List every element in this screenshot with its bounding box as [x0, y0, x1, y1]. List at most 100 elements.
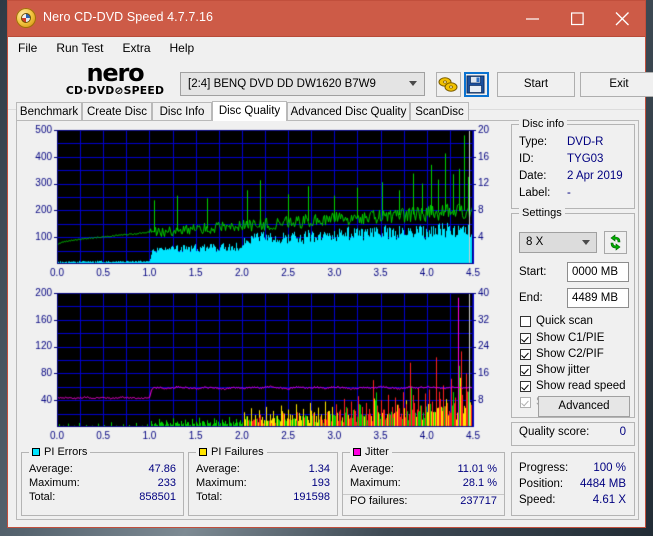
- checkbox-box: [520, 396, 531, 408]
- menu-item-extra[interactable]: Extra: [121, 39, 151, 57]
- tab-create-disc[interactable]: Create Disc: [82, 102, 152, 121]
- tab-label: ScanDisc: [415, 106, 464, 118]
- checkbox-show-jitter[interactable]: Show jitter: [520, 362, 590, 378]
- refresh-button[interactable]: [604, 231, 627, 254]
- tab-advanced-disc-quality[interactable]: Advanced Disc Quality: [287, 102, 410, 121]
- menu-item-file[interactable]: File: [17, 39, 38, 57]
- start-button[interactable]: Start: [497, 72, 575, 97]
- pi-failures-maximum-value: 193: [311, 477, 330, 489]
- position-key: Position:: [519, 478, 564, 490]
- menu-item-run-test[interactable]: Run Test: [55, 39, 104, 57]
- jitter-legend: Jitter: [350, 446, 392, 458]
- pi-failures-average-key: Average:: [196, 463, 240, 475]
- tab-disc-quality[interactable]: Disc Quality: [212, 101, 287, 121]
- pi-failures-legend: PI Failures: [196, 446, 267, 458]
- disc-quality-panel: PI Errors Average: 47.86 Maximum: 233 To…: [16, 118, 639, 520]
- start-input[interactable]: 0000 MB: [567, 262, 629, 282]
- advanced-button[interactable]: Advanced: [538, 396, 630, 417]
- pi-errors-maximum-value: 233: [157, 477, 176, 489]
- pi-errors-total-row: Total: 858501: [22, 491, 183, 505]
- pi-errors-legend: PI Errors: [29, 446, 91, 458]
- checkbox-show-c1-pie[interactable]: Show C1/PIE: [520, 330, 604, 346]
- pi-errors-average-value: 47.86: [148, 463, 176, 475]
- checkbox-box: [520, 348, 531, 360]
- quality-score-key: Quality score:: [519, 426, 590, 438]
- speed-select[interactable]: 8 X: [519, 232, 597, 253]
- settings-panel: Settings 8 X Start: 0000 MB End: 4489 MB: [511, 207, 635, 418]
- checkbox-show-c2-pif[interactable]: Show C2/PIF: [520, 346, 604, 362]
- end-field-row: End: 4489 MB: [519, 288, 629, 310]
- progress-value: 100 %: [593, 462, 626, 474]
- pi-errors-average-key: Average:: [29, 463, 73, 475]
- application-window: Nero CD-DVD Speed 4.7.7.16 File Run Test…: [7, 0, 653, 528]
- exit-button[interactable]: Exit: [580, 72, 653, 97]
- close-button[interactable]: [600, 1, 645, 36]
- progress-panel: Progress: 100 % Position: 4484 MB Speed:…: [511, 452, 635, 516]
- chevron-down-icon: [409, 81, 417, 86]
- menu-item-help[interactable]: Help: [169, 39, 196, 57]
- disc-id-value: TYG03: [567, 153, 604, 165]
- drive-select[interactable]: [2:4] BENQ DVD DD DW1620 B7W9: [180, 72, 425, 96]
- disc-info-legend: Disc info: [519, 118, 568, 130]
- checkbox-label: Show read speed: [536, 380, 626, 392]
- chevron-down-icon: [582, 240, 590, 245]
- start-field-label: Start:: [519, 266, 547, 278]
- checkbox-quick-scan[interactable]: Quick scan: [520, 313, 593, 329]
- tab-label: Benchmark: [19, 106, 79, 118]
- tab-disc-info[interactable]: Disc Info: [152, 102, 212, 121]
- speed-select-value: 8 X: [526, 236, 544, 248]
- title-bar: Nero CD-DVD Speed 4.7.7.16: [8, 1, 645, 37]
- end-field-label: End:: [519, 292, 543, 304]
- progress-key: Progress:: [519, 462, 569, 474]
- end-input[interactable]: 4489 MB: [567, 288, 629, 308]
- checkbox-box: [520, 315, 531, 327]
- pi-errors-maximum-key: Maximum:: [29, 477, 80, 489]
- disc-id-row: ID: TYG03: [512, 153, 634, 170]
- pi-failures-legend-label: PI Failures: [211, 446, 264, 458]
- disc-id-key: ID:: [519, 153, 534, 165]
- pif-jitter-chart: [21, 287, 505, 447]
- checkbox-box: [520, 332, 531, 344]
- checkbox-show-read-speed[interactable]: Show read speed: [520, 378, 626, 394]
- status-bar: [8, 520, 645, 527]
- window-title: Nero CD-DVD Speed 4.7.7.16: [43, 10, 214, 24]
- po-failures-key: PO failures:: [350, 495, 408, 507]
- tab-scandisc[interactable]: ScanDisc: [410, 102, 469, 121]
- disc-date-row: Date: 2 Apr 2019: [512, 170, 634, 187]
- pi-failures-total-key: Total:: [196, 491, 223, 503]
- logo-wordmark: nero: [86, 59, 145, 87]
- tab-benchmark[interactable]: Benchmark: [16, 102, 82, 121]
- pi-errors-maximum-row: Maximum: 233: [22, 477, 183, 491]
- maximize-button[interactable]: [555, 1, 600, 36]
- pi-errors-group: PI Errors Average: 47.86 Maximum: 233 To…: [21, 446, 184, 516]
- checkbox-box: [520, 364, 531, 376]
- disc-speed-icon-button[interactable]: [436, 72, 461, 97]
- pi-errors-total-key: Total:: [29, 491, 56, 503]
- jitter-maximum-value: 28.1 %: [462, 477, 497, 489]
- pi-failures-average-row: Average: 1.34: [189, 463, 337, 477]
- disc-date-value: 2 Apr 2019: [567, 170, 623, 182]
- minimize-button[interactable]: [510, 1, 555, 36]
- refresh-arrows-icon: [610, 234, 621, 251]
- floppy-save-icon: [466, 75, 485, 94]
- tab-label: Disc Quality: [218, 105, 281, 117]
- save-button[interactable]: [464, 72, 489, 97]
- po-failures-value: 237717: [460, 495, 497, 507]
- pi-errors-total-value: 858501: [139, 491, 176, 503]
- pi-failures-maximum-row: Maximum: 193: [189, 477, 337, 491]
- jitter-average-value: 11.01 %: [457, 463, 497, 475]
- drive-select-value: [2:4] BENQ DVD DD DW1620 B7W9: [188, 78, 376, 90]
- disc-type-row: Type: DVD-R: [512, 136, 634, 153]
- disc-label-value: -: [567, 187, 571, 199]
- pi-failures-average-value: 1.34: [308, 463, 330, 475]
- speed-key: Speed:: [519, 494, 556, 506]
- jitter-legend-label: Jitter: [365, 446, 389, 458]
- jitter-maximum-row: Maximum: 28.1 %: [343, 477, 504, 491]
- tab-label: Create Disc: [86, 106, 148, 118]
- progress-row: Progress: 100 %: [512, 462, 634, 478]
- disc-label-row: Label: -: [512, 187, 634, 204]
- jitter-average-key: Average:: [350, 463, 394, 475]
- pi-failures-total-value: 191598: [293, 491, 330, 503]
- start-field-row: Start: 0000 MB: [519, 262, 629, 284]
- disc-type-value: DVD-R: [567, 136, 604, 148]
